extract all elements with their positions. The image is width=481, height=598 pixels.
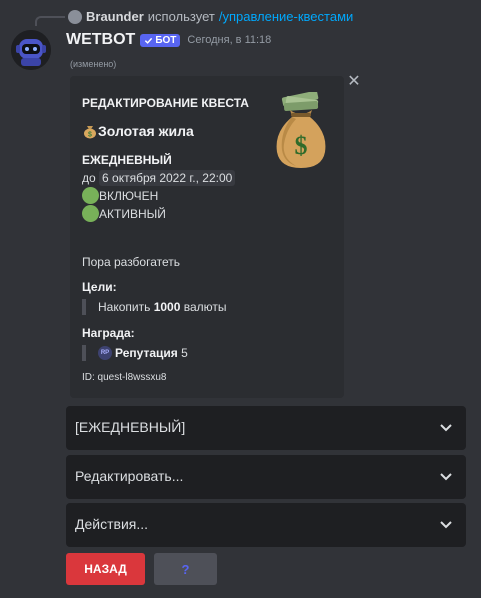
quest-name-text: Золотая жила <box>98 123 194 139</box>
reward-quote: RP Репутация 5 <box>82 345 188 361</box>
deadline-date[interactable]: 6 октября 2022 г., 22:00 <box>99 170 236 186</box>
frequency-select-value: [ЕЖЕДНЕВНЫЙ] <box>75 419 186 435</box>
back-button[interactable]: НАЗАД <box>66 553 145 585</box>
frequency-select[interactable]: [ЕЖЕДНЕВНЫЙ] <box>66 406 466 450</box>
quest-embed: РЕДАКТИРОВАНИЕ КВЕСТА $ Золотая жила ЕЖЕ… <box>70 76 344 398</box>
bot-badge: БОТ <box>140 33 181 47</box>
robot-icon <box>11 30 51 70</box>
money-bag-icon: $ <box>84 126 96 139</box>
reply-context[interactable]: Braunder использует /управление-квестами <box>68 9 353 24</box>
goal-amount: 1000 <box>153 300 181 314</box>
reward-name: Репутация <box>115 346 178 360</box>
status-enabled: ВКЛЮЧЕН <box>82 187 158 204</box>
embed-title: РЕДАКТИРОВАНИЕ КВЕСТА <box>82 96 249 110</box>
goal-prefix: Накопить <box>98 300 151 314</box>
timestamp[interactable]: Сегодня, в 11:18 <box>187 34 271 46</box>
chevron-down-icon <box>440 521 452 529</box>
quest-deadline: до 6 октября 2022 г., 22:00 <box>82 170 236 186</box>
quest-id: ID: quest-l8wssxu8 <box>82 372 167 383</box>
help-button[interactable]: ? <box>154 553 217 585</box>
reward-label: Награда: <box>82 326 135 340</box>
quest-description: Пора разбогатеть <box>82 255 181 269</box>
reply-username[interactable]: Braunder <box>86 9 144 24</box>
actions-select-placeholder: Действия... <box>75 516 149 532</box>
deadline-prefix: до <box>82 171 96 185</box>
edit-select-placeholder: Редактировать... <box>75 468 184 484</box>
bot-avatar[interactable] <box>11 30 51 70</box>
goals-label: Цели: <box>82 280 117 294</box>
money-bag-thumbnail[interactable]: $ <box>272 92 330 170</box>
edit-select[interactable]: Редактировать... <box>66 455 466 499</box>
reward-amount: 5 <box>181 346 188 360</box>
green-circle-icon <box>82 187 99 204</box>
status-active: АКТИВНЫЙ <box>82 205 166 222</box>
close-embed-icon[interactable]: ✕ <box>346 74 362 90</box>
status-active-text: АКТИВНЫЙ <box>99 206 166 221</box>
green-circle-icon <box>82 205 99 222</box>
edited-label: (изменено) <box>70 59 117 69</box>
status-enabled-text: ВКЛЮЧЕН <box>99 188 159 203</box>
quest-frequency: ЕЖЕДНЕВНЫЙ <box>82 153 172 167</box>
author-name[interactable]: WETBOT <box>66 31 135 49</box>
chevron-down-icon <box>440 424 452 432</box>
checkmark-icon <box>145 37 153 44</box>
reputation-icon: RP <box>98 346 112 360</box>
goal-suffix: валюты <box>183 300 227 314</box>
reply-connector <box>35 16 65 26</box>
bot-badge-label: БОТ <box>155 34 177 46</box>
actions-select[interactable]: Действия... <box>66 503 466 547</box>
reply-avatar <box>68 9 82 24</box>
message-header: WETBOT БОТ Сегодня, в 11:18 <box>66 31 271 49</box>
chevron-down-icon <box>440 473 452 481</box>
quest-name: $ Золотая жила <box>82 123 194 139</box>
reply-command[interactable]: /управление-квестами <box>219 9 353 24</box>
svg-text:$: $ <box>88 132 92 139</box>
svg-text:$: $ <box>295 131 308 160</box>
reply-verb: использует <box>147 9 215 24</box>
goal-quote: Накопить 1000 валюты <box>82 299 227 315</box>
